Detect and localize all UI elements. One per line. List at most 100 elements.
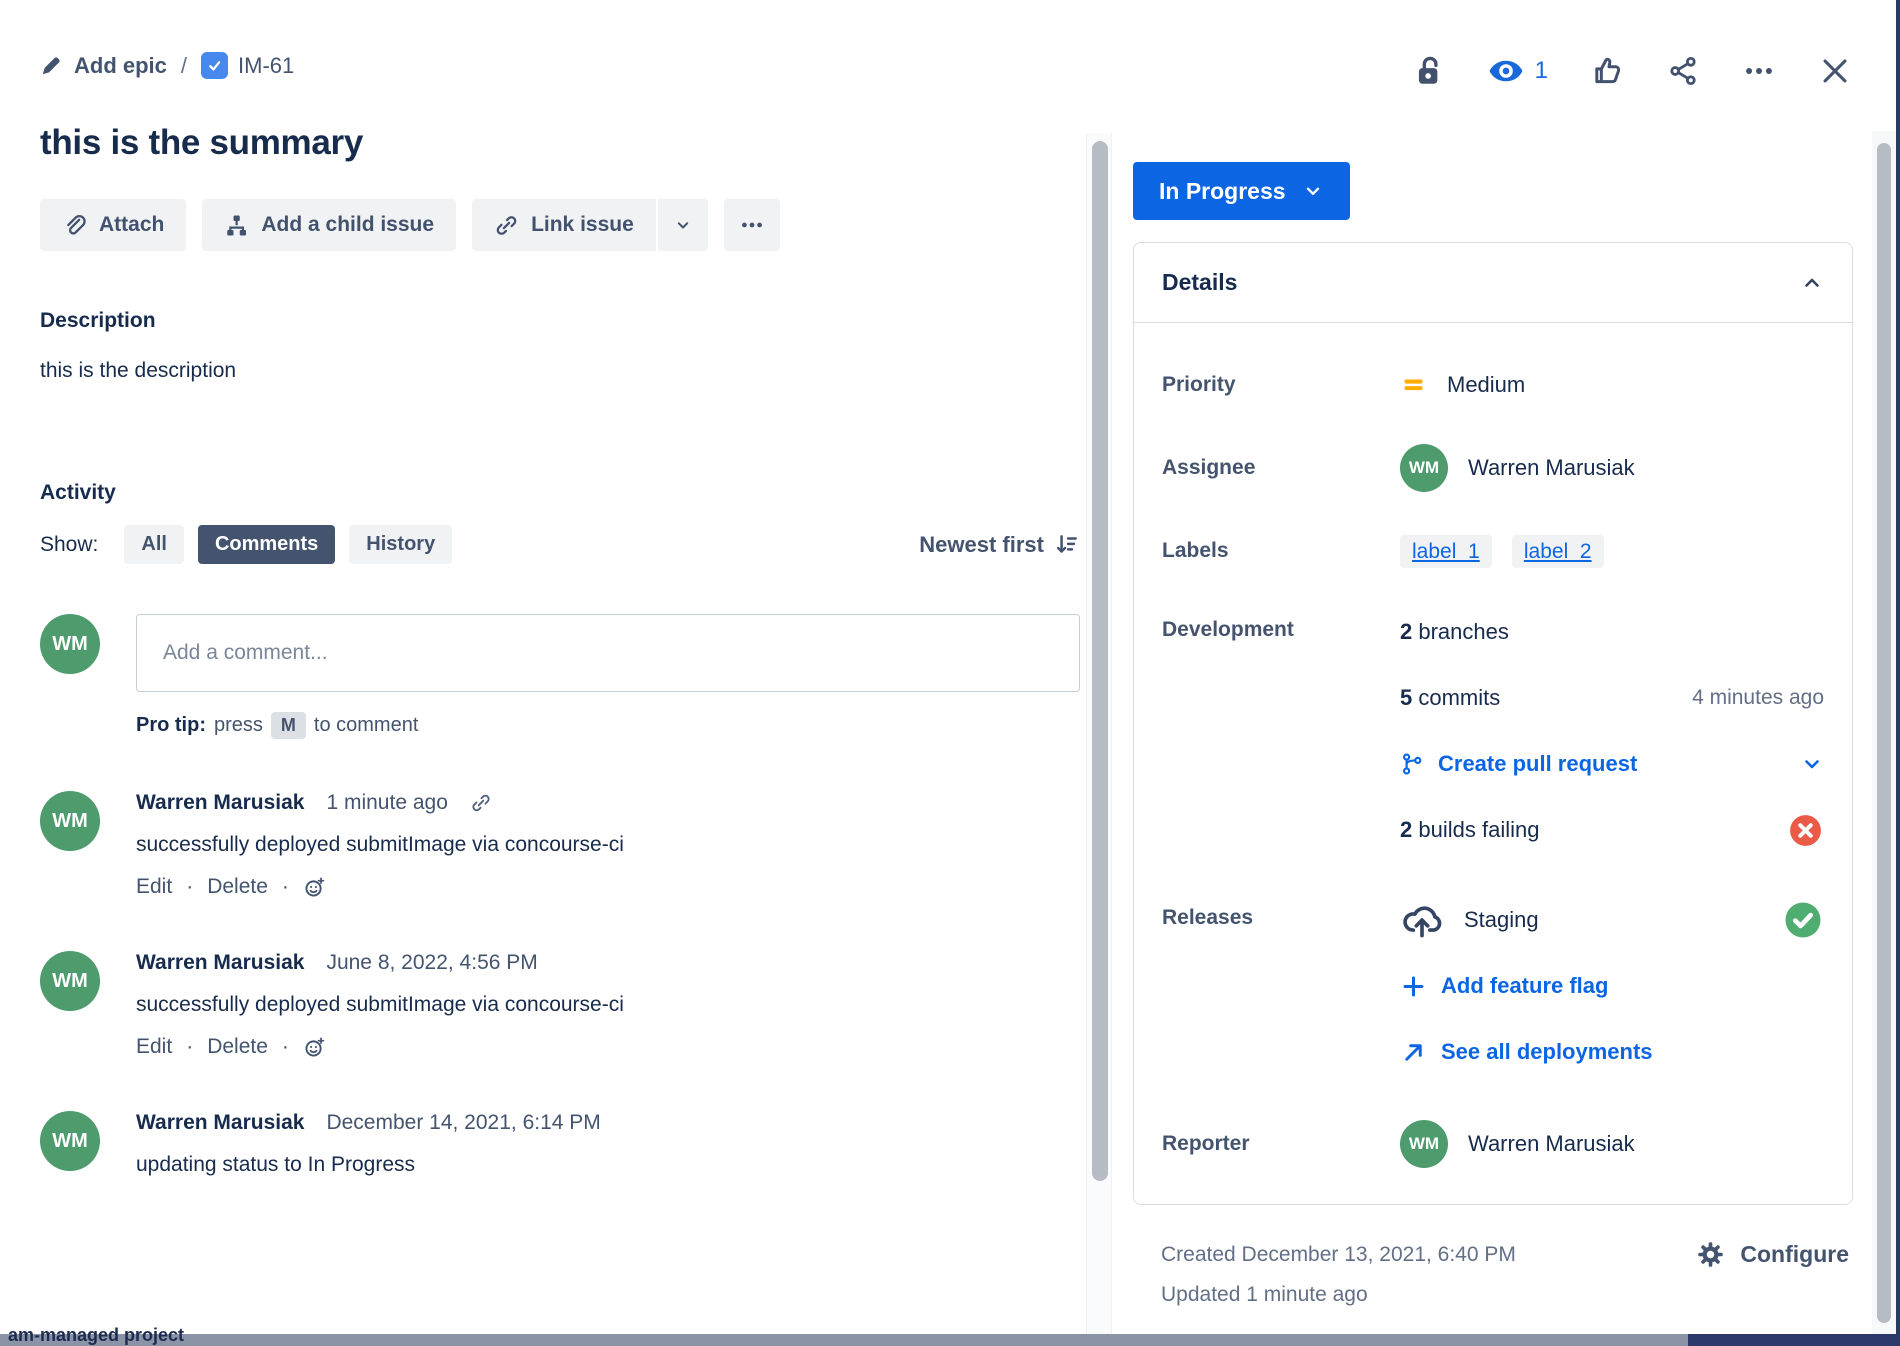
main-scrollbar-thumb[interactable] bbox=[1092, 141, 1108, 1181]
comment-body: successfully deployed submitImage via co… bbox=[136, 993, 1080, 1017]
pencil-icon bbox=[40, 55, 62, 77]
priority-medium-icon bbox=[1400, 371, 1427, 398]
branches-row[interactable]: 2 branches bbox=[1400, 610, 1824, 654]
labels-label: Labels bbox=[1162, 539, 1400, 563]
details-panel-header[interactable]: Details bbox=[1134, 243, 1852, 323]
breadcrumb: Add epic / IM-61 bbox=[40, 52, 1080, 79]
task-type-icon bbox=[201, 52, 228, 79]
link-issue-button[interactable]: Link issue bbox=[472, 199, 656, 251]
comment-input[interactable] bbox=[136, 614, 1080, 692]
see-all-deployments-button[interactable]: See all deployments bbox=[1400, 1039, 1653, 1066]
comment-item: WM Warren Marusiak June 8, 2022, 4:56 PM… bbox=[40, 951, 1080, 1059]
paperclip-icon bbox=[62, 213, 87, 238]
protip-keycap: M bbox=[271, 712, 306, 739]
assignee-label: Assignee bbox=[1162, 456, 1400, 480]
chevron-down-icon[interactable] bbox=[1800, 752, 1824, 776]
attach-label: Attach bbox=[99, 213, 164, 237]
comment-delete-button[interactable]: Delete bbox=[207, 875, 268, 899]
show-label: Show: bbox=[40, 533, 98, 557]
commits-count: 5 bbox=[1400, 685, 1412, 710]
comment-body: successfully deployed submitImage via co… bbox=[136, 833, 1080, 857]
comment-item: WM Warren Marusiak 1 minute ago successf… bbox=[40, 791, 1080, 899]
releases-label: Releases bbox=[1162, 898, 1400, 930]
comment-delete-button[interactable]: Delete bbox=[207, 1035, 268, 1059]
development-label: Development bbox=[1162, 610, 1400, 642]
deployment-row[interactable]: Staging bbox=[1400, 898, 1824, 942]
sidebar-scrollbar[interactable] bbox=[1872, 131, 1896, 1334]
background-clipped-text: am-managed project bbox=[8, 1325, 184, 1345]
link-issue-label: Link issue bbox=[531, 213, 634, 237]
emoji-add-icon[interactable] bbox=[303, 1036, 326, 1059]
attach-button[interactable]: Attach bbox=[40, 199, 186, 251]
avatar[interactable]: WM bbox=[40, 951, 100, 1011]
builds-count: 2 bbox=[1400, 817, 1412, 842]
comment-composer: WM bbox=[40, 614, 1080, 692]
background-navy-segment bbox=[1688, 1334, 1900, 1346]
comment-author[interactable]: Warren Marusiak bbox=[136, 1111, 304, 1135]
dot-separator: · bbox=[282, 1035, 289, 1059]
status-dropdown-button[interactable]: In Progress bbox=[1133, 162, 1350, 220]
main-scrollbar[interactable] bbox=[1086, 133, 1112, 1334]
reporter-value-group[interactable]: WM Warren Marusiak bbox=[1400, 1120, 1824, 1168]
field-priority: Priority Medium bbox=[1162, 371, 1824, 398]
comment-edit-button[interactable]: Edit bbox=[136, 875, 172, 899]
see-all-deployments-label: See all deployments bbox=[1441, 1039, 1653, 1065]
avatar[interactable]: WM bbox=[40, 1111, 100, 1171]
add-epic-button[interactable]: Add epic bbox=[40, 53, 167, 79]
issue-main-column: Add epic / IM-61 this is the summary Att… bbox=[40, 0, 1080, 1177]
emoji-add-icon[interactable] bbox=[303, 876, 326, 899]
see-all-deployments-row: See all deployments bbox=[1400, 1030, 1824, 1074]
configure-button[interactable]: Configure bbox=[1695, 1239, 1849, 1270]
activity-heading: Activity bbox=[40, 481, 1080, 505]
toolbar-more-button[interactable] bbox=[724, 199, 780, 251]
cloud-upload-icon bbox=[1400, 898, 1444, 942]
avatar[interactable]: WM bbox=[40, 614, 100, 674]
dot-separator: · bbox=[186, 875, 193, 899]
add-child-issue-button[interactable]: Add a child issue bbox=[202, 199, 456, 251]
sort-icon bbox=[1054, 532, 1080, 558]
avatar[interactable]: WM bbox=[40, 791, 100, 851]
filter-comments[interactable]: Comments bbox=[198, 525, 335, 564]
assignee-value: Warren Marusiak bbox=[1468, 455, 1635, 481]
protip-press: press bbox=[214, 714, 263, 737]
comment-timestamp[interactable]: 1 minute ago bbox=[326, 791, 447, 815]
sidebar-scrollbar-thumb[interactable] bbox=[1877, 143, 1891, 1323]
comment-author[interactable]: Warren Marusiak bbox=[136, 951, 304, 975]
priority-value-group[interactable]: Medium bbox=[1400, 371, 1824, 398]
protip-prefix: Pro tip: bbox=[136, 714, 206, 737]
comment-timestamp[interactable]: December 14, 2021, 6:14 PM bbox=[326, 1111, 600, 1135]
link-issue-dropdown-button[interactable] bbox=[658, 199, 708, 251]
description-body[interactable]: this is the description bbox=[40, 359, 1080, 383]
sort-order-button[interactable]: Newest first bbox=[919, 532, 1080, 558]
build-fail-icon bbox=[1787, 812, 1824, 849]
commits-row[interactable]: 5 commits 4 minutes ago bbox=[1400, 676, 1824, 720]
branches-count: 2 bbox=[1400, 619, 1412, 644]
field-labels: Labels label_1 label_2 bbox=[1162, 538, 1824, 564]
builds-row[interactable]: 2 builds failing bbox=[1400, 808, 1824, 852]
add-child-issue-label: Add a child issue bbox=[261, 213, 434, 237]
add-feature-flag-button[interactable]: Add feature flag bbox=[1400, 973, 1608, 1000]
branch-icon bbox=[1400, 752, 1424, 776]
create-pull-request-button[interactable]: Create pull request bbox=[1400, 751, 1637, 777]
breadcrumb-issue-key[interactable]: IM-61 bbox=[201, 52, 294, 79]
branches-word: branches bbox=[1418, 619, 1509, 644]
comment-timestamp[interactable]: June 8, 2022, 4:56 PM bbox=[326, 951, 537, 975]
configure-label: Configure bbox=[1740, 1241, 1849, 1268]
breadcrumb-separator: / bbox=[181, 53, 187, 79]
reporter-label: Reporter bbox=[1162, 1132, 1400, 1156]
assignee-value-group[interactable]: WM Warren Marusiak bbox=[1400, 444, 1824, 492]
filter-history[interactable]: History bbox=[349, 525, 452, 564]
label-chip[interactable]: label_1 bbox=[1400, 535, 1492, 568]
filter-all[interactable]: All bbox=[124, 525, 184, 564]
priority-label: Priority bbox=[1162, 373, 1400, 397]
priority-value: Medium bbox=[1447, 372, 1525, 398]
comment-item: WM Warren Marusiak December 14, 2021, 6:… bbox=[40, 1111, 1080, 1177]
comment-author[interactable]: Warren Marusiak bbox=[136, 791, 304, 815]
comment-edit-button[interactable]: Edit bbox=[136, 1035, 172, 1059]
avatar: WM bbox=[1400, 444, 1448, 492]
permalink-icon[interactable] bbox=[470, 792, 492, 814]
label-chip[interactable]: label_2 bbox=[1512, 535, 1604, 568]
create-pr-row: Create pull request bbox=[1400, 742, 1824, 786]
issue-key-label: IM-61 bbox=[238, 53, 294, 79]
create-pull-request-label: Create pull request bbox=[1438, 751, 1637, 777]
